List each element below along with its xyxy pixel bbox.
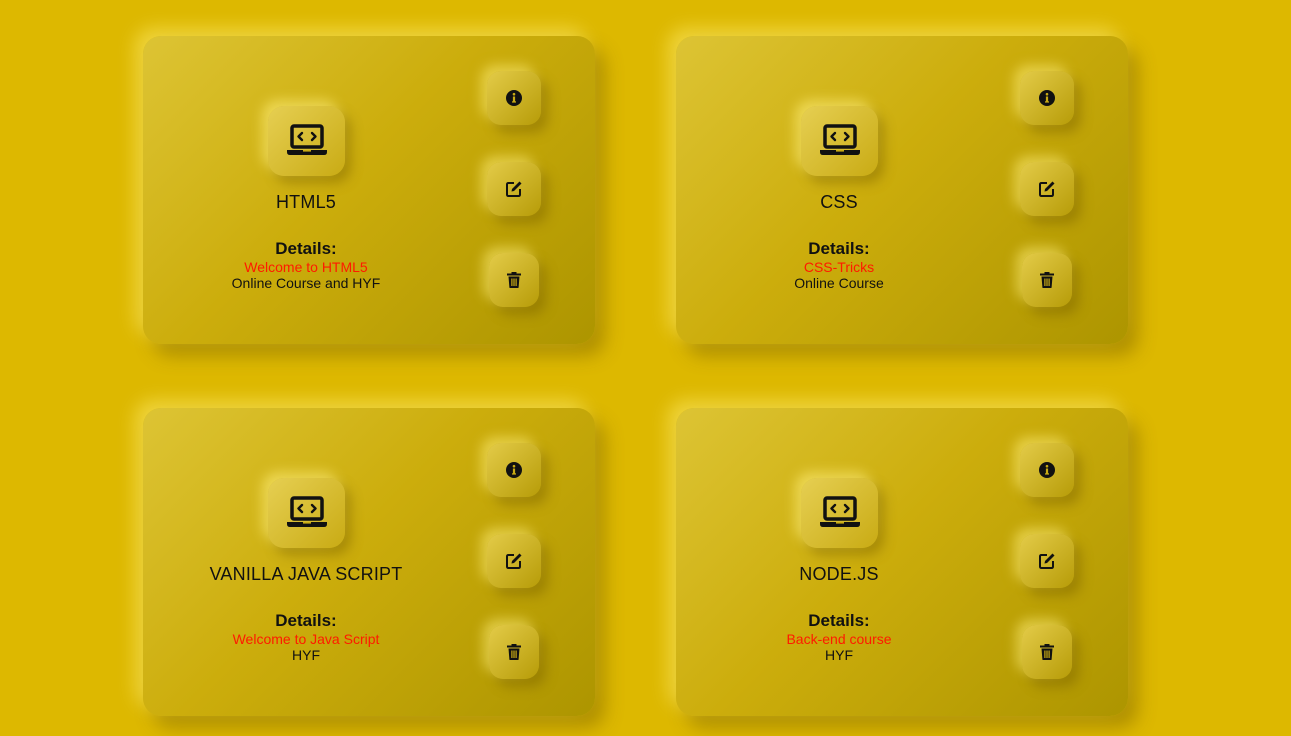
laptop-code-icon-glyph <box>286 496 327 527</box>
course-card: VANILLA JAVA SCRIPT Details: Welcome to … <box>143 408 595 716</box>
course-title: HTML5 <box>275 192 336 212</box>
course-subtitle: Welcome to Java Script <box>232 631 380 647</box>
edit-icon <box>1039 181 1055 197</box>
course-card: NODE.JS Details: Back-end course HYF <box>676 408 1128 716</box>
course-title: CSS <box>820 192 858 212</box>
course-description: HYF <box>825 647 853 663</box>
course-grid: HTML5 Details: Welcome to HTML5 Online C… <box>0 0 1291 736</box>
laptop-code-icon-glyph <box>286 124 327 155</box>
edit-icon <box>506 553 522 569</box>
info-circle-icon <box>1039 90 1055 106</box>
course-card: CSS Details: CSS-Tricks Online Course <box>676 36 1128 344</box>
course-description: HYF <box>292 647 320 663</box>
delete-button[interactable] <box>1022 625 1072 679</box>
course-title: VANILLA JAVA SCRIPT <box>209 564 403 584</box>
course-subtitle: Welcome to HTML5 <box>244 259 368 275</box>
course-card: HTML5 Details: Welcome to HTML5 Online C… <box>143 36 595 344</box>
laptop-code-icon <box>268 478 345 548</box>
course-content: HTML5 Details: Welcome to HTML5 Online C… <box>143 36 469 344</box>
laptop-code-icon-glyph <box>819 496 860 527</box>
laptop-code-icon <box>801 106 878 176</box>
details-label: Details: <box>275 239 337 258</box>
course-description: Online Course and HYF <box>231 275 381 291</box>
info-button[interactable] <box>487 443 541 497</box>
trash-icon <box>507 272 521 288</box>
trash-icon <box>507 644 521 660</box>
info-button[interactable] <box>1020 71 1074 125</box>
info-circle-icon <box>506 90 522 106</box>
edit-button[interactable] <box>487 162 541 216</box>
info-button[interactable] <box>1020 443 1074 497</box>
laptop-code-icon <box>268 106 345 176</box>
details-label: Details: <box>275 611 337 630</box>
info-button[interactable] <box>487 71 541 125</box>
course-subtitle: CSS-Tricks <box>803 259 875 275</box>
course-content: VANILLA JAVA SCRIPT Details: Welcome to … <box>143 408 469 716</box>
course-subtitle: Back-end course <box>786 631 892 647</box>
delete-button[interactable] <box>489 625 539 679</box>
course-description: Online Course <box>794 275 884 291</box>
info-circle-icon <box>1039 462 1055 478</box>
course-content: NODE.JS Details: Back-end course HYF <box>676 408 1002 716</box>
delete-button[interactable] <box>1022 253 1072 307</box>
info-circle-icon <box>506 462 522 478</box>
edit-button[interactable] <box>1020 162 1074 216</box>
details-label: Details: <box>808 239 870 258</box>
edit-icon <box>1039 553 1055 569</box>
course-title: NODE.JS <box>799 564 879 584</box>
details-label: Details: <box>808 611 870 630</box>
edit-button[interactable] <box>1020 534 1074 588</box>
trash-icon <box>1040 644 1054 660</box>
laptop-code-icon <box>801 478 878 548</box>
edit-icon <box>506 181 522 197</box>
edit-button[interactable] <box>487 534 541 588</box>
trash-icon <box>1040 272 1054 288</box>
laptop-code-icon-glyph <box>819 124 860 155</box>
course-content: CSS Details: CSS-Tricks Online Course <box>676 36 1002 344</box>
delete-button[interactable] <box>489 253 539 307</box>
